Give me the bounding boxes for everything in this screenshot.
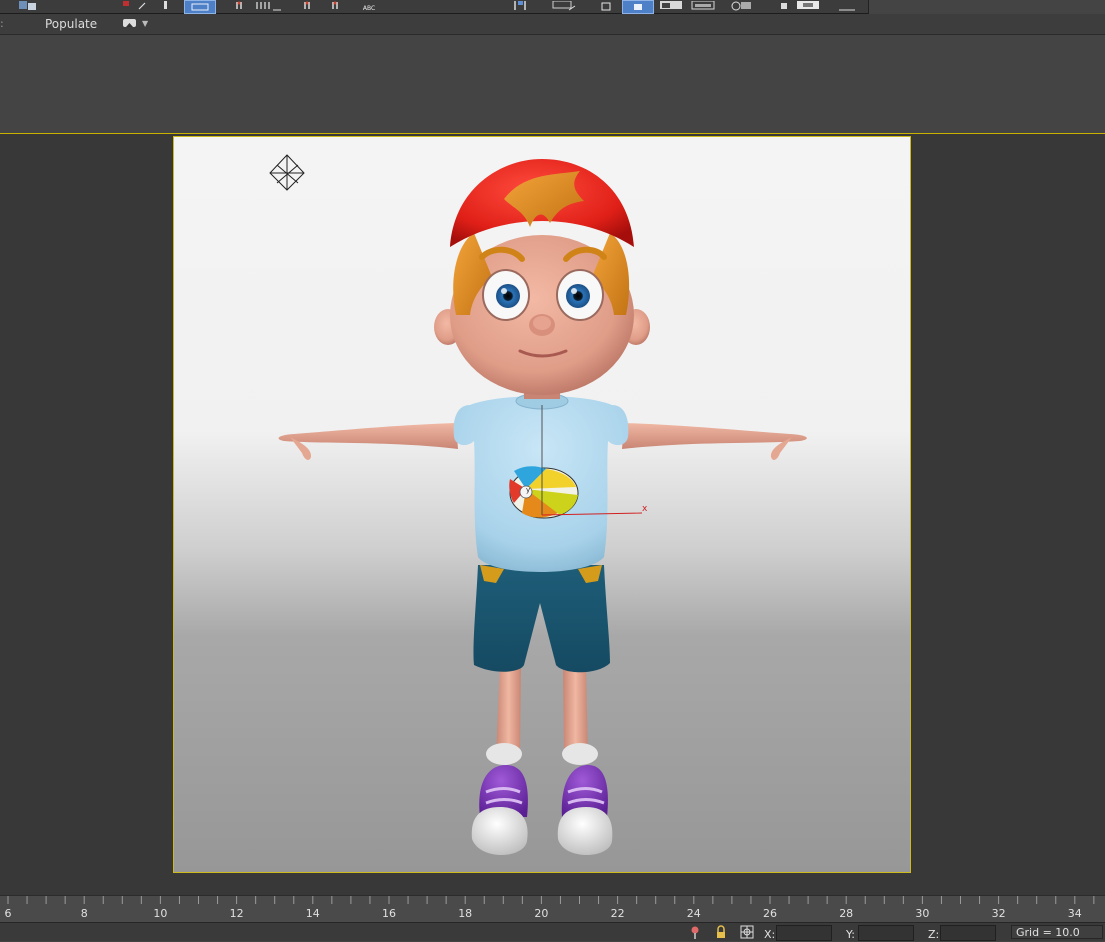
isolate-selection-icon[interactable]	[688, 925, 702, 939]
timeline-label: 30	[915, 907, 929, 920]
z-coord-label: Z:	[928, 928, 940, 941]
absolute-mode-icon[interactable]	[740, 925, 754, 939]
timeline-ruler[interactable]: 6 8 10 12 14 16 18 20 22 24 26 28 30 32 34	[0, 895, 1105, 922]
select-by-name-icon[interactable]	[772, 0, 826, 12]
light-object-icon	[269, 154, 305, 191]
x-coord-label: X:	[764, 928, 776, 941]
tab-populate[interactable]: Populate	[45, 17, 97, 31]
select-and-link-icon[interactable]	[118, 0, 148, 12]
status-bar: X: Y: Z: Grid = 10.0	[0, 922, 1105, 941]
rectangle-selection-icon[interactable]	[184, 0, 216, 14]
left-arm	[278, 423, 458, 449]
align-icon[interactable]	[830, 0, 860, 12]
left-leg	[496, 665, 521, 757]
rendered-frame-window-icon[interactable]	[656, 0, 686, 12]
timeline-label: 24	[687, 907, 701, 920]
schematic-view-icon[interactable]	[548, 0, 578, 12]
curve-editor-icon[interactable]	[510, 0, 550, 12]
right-sock	[562, 743, 598, 765]
timeline-label: 22	[611, 907, 625, 920]
timeline-label: 16	[382, 907, 396, 920]
timeline-label: 32	[992, 907, 1006, 920]
timeline-label: 18	[458, 907, 472, 920]
timeline-ticks: 6 8 10 12 14 16 18 20 22 24 26 28 30 32 34	[5, 896, 1095, 920]
timeline-label: 8	[81, 907, 88, 920]
layer-manager-icon[interactable]	[16, 0, 40, 12]
mirror-icon[interactable]	[296, 0, 350, 12]
ribbon-tab-bar: : Populate ▼	[0, 14, 1105, 35]
gizmo-y-label: y	[526, 486, 530, 494]
grid-readout: Grid = 10.0	[1011, 925, 1103, 939]
ribbon-panel	[0, 35, 1105, 132]
left-shoe	[471, 765, 528, 855]
chevron-down-icon[interactable]: ▼	[142, 19, 148, 28]
timeline-label: 14	[306, 907, 320, 920]
left-sock	[486, 743, 522, 765]
left-eye	[496, 284, 520, 308]
select-object-icon[interactable]	[160, 0, 172, 12]
timeline-label: 12	[230, 907, 244, 920]
timeline-label: 34	[1068, 907, 1082, 920]
character-render[interactable]: x y	[174, 137, 910, 872]
material-editor-icon[interactable]	[598, 0, 614, 12]
right-eye	[566, 284, 590, 308]
safe-frame: x y	[173, 136, 911, 873]
right-leg	[563, 665, 588, 757]
render-iterative-icon[interactable]	[726, 0, 756, 12]
spelling-abc-icon[interactable]: ABC	[358, 0, 380, 12]
snaps-toggle-icon[interactable]	[232, 0, 284, 12]
render-setup-icon[interactable]	[622, 0, 654, 14]
right-shoe	[557, 765, 613, 855]
ribbon-stub: :	[0, 17, 4, 30]
timeline-label: 26	[763, 907, 777, 920]
gizmo-x-label: x	[642, 504, 648, 514]
y-coord-field[interactable]	[858, 925, 914, 941]
y-coord-label: Y:	[846, 928, 855, 941]
main-toolbar: ABC	[0, 0, 869, 14]
timeline-label: 6	[5, 907, 12, 920]
timeline-label: 28	[839, 907, 853, 920]
x-coord-field[interactable]	[776, 925, 832, 941]
z-coord-field[interactable]	[940, 925, 996, 941]
timeline-label: 10	[153, 907, 167, 920]
selection-lock-icon[interactable]	[714, 925, 728, 939]
render-production-icon[interactable]	[688, 0, 718, 12]
ribbon-minimize-icon[interactable]	[123, 19, 136, 27]
timeline-label: 20	[534, 907, 548, 920]
